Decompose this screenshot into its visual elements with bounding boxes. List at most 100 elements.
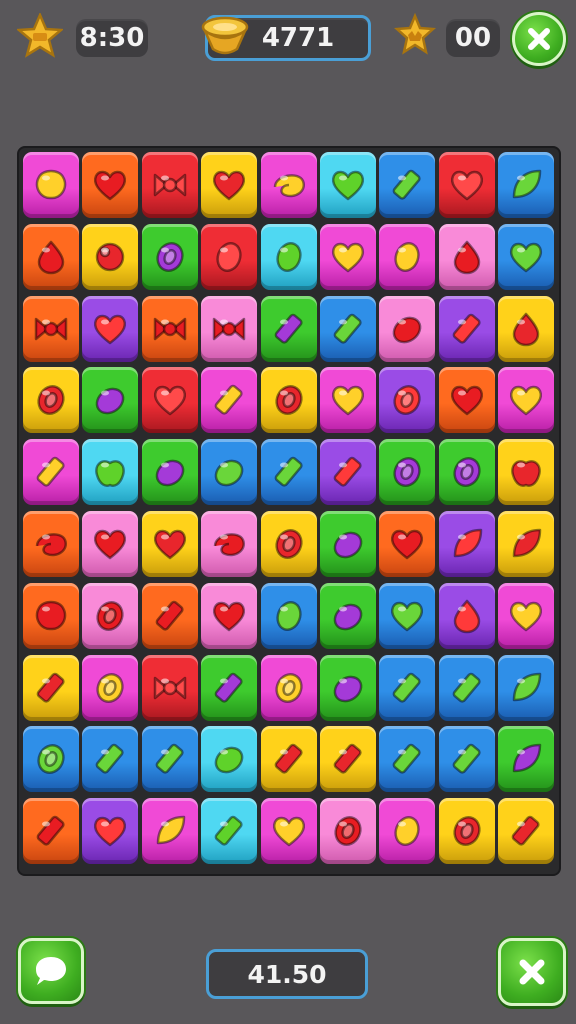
game-tile[interactable]	[320, 654, 376, 721]
game-board	[19, 148, 559, 874]
game-tile[interactable]	[379, 726, 436, 793]
game-tile[interactable]	[260, 511, 317, 577]
game-tile[interactable]	[498, 726, 555, 793]
game-tile[interactable]	[498, 367, 555, 434]
close-button[interactable]	[512, 12, 566, 66]
game-tile[interactable]	[23, 295, 79, 362]
game-tile[interactable]	[438, 798, 495, 865]
game-tile[interactable]	[438, 511, 495, 577]
bottom-close-button[interactable]	[498, 938, 566, 1006]
game-tile[interactable]	[82, 511, 139, 577]
game-tile[interactable]	[201, 511, 258, 577]
game-tile[interactable]	[498, 798, 555, 865]
game-tile[interactable]	[141, 798, 198, 865]
game-tile[interactable]	[320, 582, 376, 649]
game-tile[interactable]	[438, 654, 495, 721]
game-tile[interactable]	[23, 511, 79, 577]
game-tile[interactable]	[379, 582, 436, 649]
game-tile[interactable]	[260, 726, 317, 793]
game-tile[interactable]	[201, 295, 258, 362]
game-tile[interactable]	[379, 223, 436, 290]
game-tile[interactable]	[379, 798, 436, 865]
game-tile[interactable]	[23, 582, 79, 649]
swirl-candy-icon	[213, 533, 246, 557]
game-tile[interactable]	[379, 367, 436, 434]
game-tile[interactable]	[141, 582, 198, 649]
game-tile[interactable]	[23, 798, 79, 865]
game-tile[interactable]	[260, 367, 317, 434]
game-tile[interactable]	[498, 582, 555, 649]
game-tile[interactable]	[260, 582, 317, 649]
game-tile[interactable]	[82, 726, 139, 793]
game-tile[interactable]	[201, 367, 258, 434]
game-tile[interactable]	[260, 152, 317, 218]
star-badge-icon[interactable]	[16, 12, 64, 60]
game-tile[interactable]	[379, 511, 436, 577]
game-tile[interactable]	[498, 654, 555, 721]
game-tile[interactable]	[379, 439, 436, 506]
star-counter: 00	[446, 19, 500, 57]
game-tile[interactable]	[201, 654, 258, 721]
game-tile[interactable]	[82, 654, 139, 721]
game-tile[interactable]	[201, 798, 258, 865]
game-tile[interactable]	[379, 654, 436, 721]
game-tile[interactable]	[23, 367, 79, 434]
game-tile[interactable]	[498, 295, 555, 362]
game-tile[interactable]	[320, 798, 376, 865]
game-tile[interactable]	[82, 439, 139, 506]
game-tile[interactable]	[320, 511, 376, 577]
game-tile[interactable]	[260, 798, 317, 865]
game-tile[interactable]	[201, 223, 258, 290]
game-tile[interactable]	[141, 511, 198, 577]
chat-button[interactable]	[18, 938, 84, 1004]
game-tile[interactable]	[260, 654, 317, 721]
game-tile[interactable]	[260, 223, 317, 290]
game-tile[interactable]	[438, 367, 495, 434]
game-tile[interactable]	[82, 582, 139, 649]
game-tile[interactable]	[141, 367, 198, 434]
game-tile[interactable]	[23, 654, 79, 721]
game-tile[interactable]	[82, 367, 139, 434]
game-tile[interactable]	[141, 654, 198, 721]
game-tile[interactable]	[320, 367, 376, 434]
game-tile[interactable]	[438, 295, 495, 362]
game-tile[interactable]	[23, 152, 79, 218]
game-tile[interactable]	[438, 439, 495, 506]
bar-candy-icon	[96, 744, 125, 774]
game-tile[interactable]	[438, 223, 495, 290]
game-tile[interactable]	[201, 152, 258, 218]
game-tile[interactable]	[438, 726, 495, 793]
game-tile[interactable]	[260, 439, 317, 506]
game-tile[interactable]	[438, 152, 495, 218]
game-tile[interactable]	[141, 152, 198, 218]
game-tile[interactable]	[82, 295, 139, 362]
game-tile[interactable]	[23, 223, 79, 290]
game-tile[interactable]	[320, 726, 376, 793]
game-tile[interactable]	[379, 152, 436, 218]
game-tile[interactable]	[498, 152, 555, 218]
game-tile[interactable]	[23, 439, 79, 506]
game-tile[interactable]	[438, 582, 495, 649]
game-tile[interactable]	[141, 223, 198, 290]
game-tile[interactable]	[141, 295, 198, 362]
game-tile[interactable]	[201, 439, 258, 506]
game-tile[interactable]	[498, 223, 555, 290]
game-tile[interactable]	[201, 582, 258, 649]
game-tile[interactable]	[320, 152, 376, 218]
game-tile[interactable]	[379, 295, 436, 362]
game-tile[interactable]	[82, 152, 139, 218]
game-tile[interactable]	[320, 295, 376, 362]
game-tile[interactable]	[141, 726, 198, 793]
game-tile[interactable]	[498, 511, 555, 577]
heart-candy-icon	[331, 386, 365, 416]
game-tile[interactable]	[141, 439, 198, 506]
game-tile[interactable]	[260, 295, 317, 362]
game-tile[interactable]	[498, 439, 555, 506]
game-tile[interactable]	[320, 439, 376, 506]
game-tile[interactable]	[23, 726, 79, 793]
game-tile[interactable]	[320, 223, 376, 290]
star-count: 00	[454, 23, 492, 53]
game-tile[interactable]	[201, 726, 258, 793]
game-tile[interactable]	[82, 798, 139, 865]
game-tile[interactable]	[82, 223, 139, 290]
